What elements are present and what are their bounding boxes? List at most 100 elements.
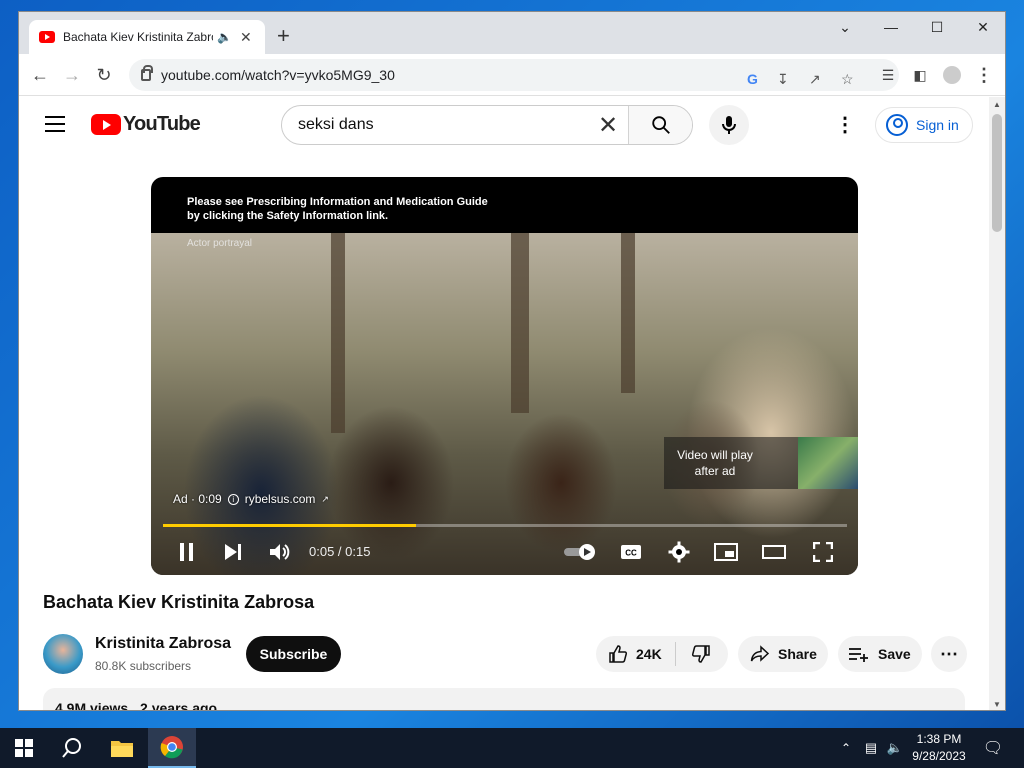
file-explorer-icon[interactable]	[98, 728, 146, 768]
minimize-button[interactable]: —	[868, 12, 914, 42]
network-icon[interactable]: ▤	[860, 728, 882, 768]
actor-portrayal-note: Actor portrayal	[187, 238, 253, 249]
google-translate-icon[interactable]: G	[747, 71, 758, 87]
account-circle-icon	[886, 114, 908, 136]
search-box: ✕	[281, 105, 693, 145]
lock-icon[interactable]	[141, 65, 153, 81]
svg-text:CC: CC	[625, 549, 637, 558]
youtube-page: YouTube ✕ ⋮ Sign in Please see Prescribi…	[19, 97, 991, 711]
volume-icon[interactable]	[267, 540, 293, 564]
close-window-button[interactable]: ✕	[960, 12, 1005, 42]
video-title: Bachata Kiev Kristinita Zabrosa	[43, 592, 315, 612]
notification-icon[interactable]: 🗨	[978, 728, 1008, 768]
scroll-down-arrow-icon[interactable]: ▼	[993, 700, 1001, 709]
clear-search-icon[interactable]: ✕	[588, 106, 628, 144]
tab-title: Bachata Kiev Kristinita Zabrosa	[63, 30, 213, 44]
scrollbar-thumb[interactable]	[992, 114, 1002, 232]
speaker-icon[interactable]: 🔈	[217, 30, 232, 44]
side-panel-icon[interactable]: ◧	[907, 62, 933, 88]
sign-in-label: Sign in	[916, 117, 959, 133]
progress-fill	[163, 524, 417, 527]
install-app-icon[interactable]: ↧	[777, 71, 789, 88]
voice-search-button[interactable]	[709, 105, 749, 145]
chrome-taskbar-icon[interactable]	[148, 728, 196, 768]
bookmark-star-icon[interactable]: ☆	[841, 71, 854, 88]
settings-more-icon[interactable]: ⋮	[835, 115, 855, 135]
title-bar: Bachata Kiev Kristinita Zabrosa 🔈 ✕ + ⌄ …	[19, 12, 1005, 54]
player-controls: 0:05 / 0:15 CC	[151, 532, 858, 572]
tab-search-icon[interactable]: ⌄	[822, 12, 868, 42]
ad-countdown: Ad · 0:09	[173, 492, 222, 506]
back-arrow-icon[interactable]: ←	[27, 62, 53, 88]
external-link-icon: ↗	[321, 493, 329, 504]
settings-gear-icon[interactable]	[667, 540, 691, 564]
info-icon[interactable]: i	[227, 493, 239, 505]
save-button[interactable]: Save	[838, 636, 922, 672]
progress-bar[interactable]	[163, 524, 847, 527]
share-label: Share	[778, 646, 817, 662]
youtube-favicon-icon	[39, 31, 55, 43]
channel-avatar[interactable]	[43, 634, 83, 674]
new-tab-button[interactable]: +	[277, 24, 290, 48]
youtube-logo[interactable]: YouTube	[91, 113, 201, 136]
subscriber-count: 80.8K subscribers	[95, 659, 192, 673]
captions-icon[interactable]: CC	[619, 540, 643, 564]
like-button[interactable]: 24K	[596, 642, 676, 666]
sign-in-button[interactable]: Sign in	[875, 107, 973, 143]
more-actions-icon[interactable]: ⋯	[931, 636, 967, 672]
page-scrollbar[interactable]: ▲ ▼	[989, 97, 1005, 710]
search-button[interactable]	[628, 106, 692, 144]
advertiser-link[interactable]: rybelsus.com	[245, 492, 316, 506]
video-player[interactable]: Please see Prescribing Information and M…	[151, 177, 858, 575]
dislike-button[interactable]	[676, 644, 726, 664]
time-display: 0:05 / 0:15	[309, 544, 371, 559]
view-count: 4.9M views	[55, 700, 129, 711]
windows-taskbar: ⌃ ▤ 🔈 1:38 PM 9/28/2023 🗨	[0, 728, 1024, 768]
volume-muted-icon[interactable]: 🔈	[884, 728, 906, 768]
thumbs-up-icon	[609, 645, 628, 663]
fullscreen-icon[interactable]	[811, 540, 835, 564]
disclaimer-line-1: Please see Prescribing Information and M…	[187, 196, 488, 208]
search-icon	[651, 116, 670, 134]
profile-icon[interactable]	[939, 62, 965, 88]
address-bar[interactable]: youtube.com/watch?v=yvko5MG9_30 G ↧ ↗ ☆	[129, 59, 899, 91]
youtube-play-logo-icon	[91, 114, 121, 135]
video-will-play-box[interactable]: Video will play after ad	[664, 437, 858, 489]
autoplay-toggle-icon[interactable]	[563, 540, 597, 564]
theater-mode-icon[interactable]	[761, 540, 787, 564]
subscribe-button[interactable]: Subscribe	[246, 636, 341, 672]
youtube-header: YouTube ✕ ⋮ Sign in	[19, 97, 991, 153]
browser-tab[interactable]: Bachata Kiev Kristinita Zabrosa 🔈 ✕	[29, 20, 265, 54]
description-box[interactable]: 4.9M views 2 years ago	[43, 688, 965, 711]
tray-chevron-icon[interactable]: ⌃	[836, 728, 856, 768]
share-button[interactable]: Share	[738, 636, 828, 672]
clock-time: 1:38 PM	[916, 732, 962, 746]
windows-start-icon[interactable]	[0, 728, 48, 768]
clock-date: 9/28/2023	[912, 749, 966, 763]
save-label: Save	[878, 646, 911, 662]
system-clock[interactable]: 1:38 PM 9/28/2023	[906, 731, 972, 765]
ad-info: Ad · 0:09 i rybelsus.com ↗	[173, 492, 329, 506]
miniplayer-icon[interactable]	[713, 540, 739, 564]
save-playlist-icon	[849, 648, 868, 662]
taskbar-search-icon[interactable]	[48, 728, 96, 768]
chrome-menu-icon[interactable]: ⋮	[971, 62, 997, 88]
pause-icon[interactable]	[175, 540, 199, 564]
search-input[interactable]	[282, 106, 588, 144]
reload-icon[interactable]: ↻	[91, 62, 117, 88]
thumbs-down-icon	[691, 645, 710, 663]
channel-name[interactable]: Kristinita Zabrosa	[95, 635, 231, 653]
close-tab-icon[interactable]: ✕	[240, 29, 252, 46]
youtube-logo-text: YouTube	[123, 113, 201, 135]
hamburger-menu-icon[interactable]	[45, 116, 65, 132]
maximize-button[interactable]: ☐	[914, 12, 960, 42]
scroll-up-arrow-icon[interactable]: ▲	[993, 100, 1001, 109]
browser-toolbar: ← → ↻ youtube.com/watch?v=yvko5MG9_30 G …	[19, 54, 1005, 96]
microphone-icon	[722, 116, 736, 134]
like-count: 24K	[636, 646, 662, 662]
share-page-icon[interactable]: ↗	[809, 71, 821, 88]
next-icon[interactable]	[221, 540, 245, 564]
ad-disclaimer: Please see Prescribing Information and M…	[187, 195, 488, 223]
media-control-icon[interactable]: ☰	[875, 62, 901, 88]
forward-arrow-icon[interactable]: →	[59, 62, 85, 88]
